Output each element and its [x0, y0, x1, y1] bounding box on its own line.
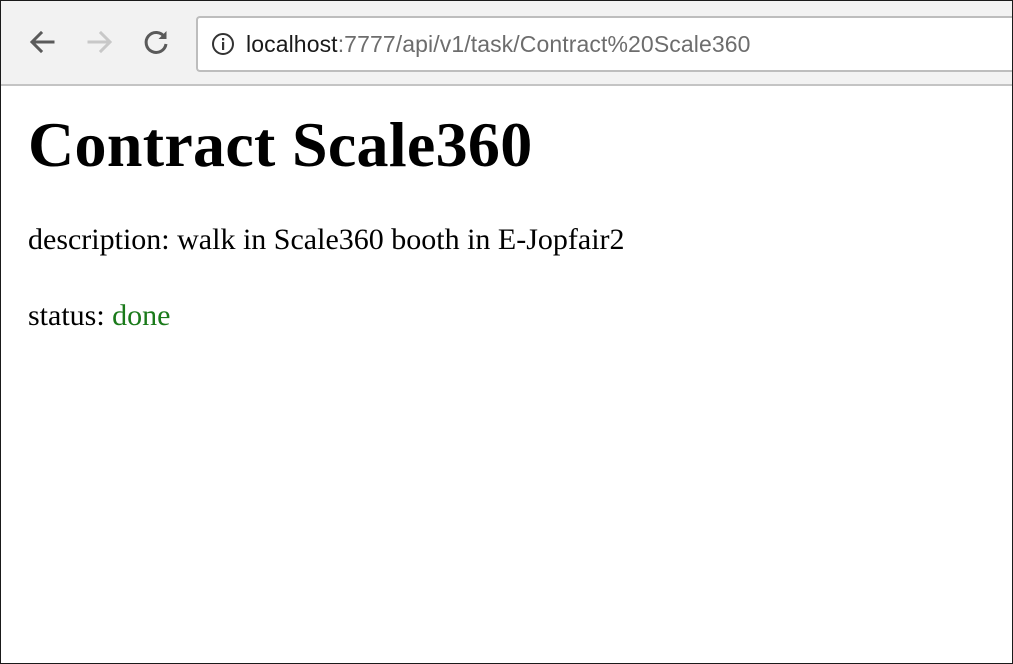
browser-toolbar: localhost:7777/api/v1/task/Contract%20Sc…: [1, 1, 1012, 86]
description-line: description: walk in Scale360 booth in E…: [28, 222, 1012, 258]
description-value: walk in Scale360 booth in E-Jopfair2: [177, 223, 625, 256]
status-line: status: done: [28, 298, 1012, 334]
reload-button[interactable]: [139, 27, 173, 61]
page-title: Contract Scale360: [28, 109, 533, 180]
page-content: Contract Scale360 description: walk in S…: [28, 101, 1012, 334]
arrow-left-icon: [28, 28, 56, 61]
url-host: localhost: [246, 30, 338, 57]
status-value: done: [112, 299, 171, 332]
reload-icon: [142, 28, 170, 61]
address-bar[interactable]: localhost:7777/api/v1/task/Contract%20Sc…: [196, 16, 1012, 72]
description-label: description:: [28, 223, 170, 256]
forward-button[interactable]: [83, 27, 117, 61]
url-path: :7777/api/v1/task/Contract%20Scale360: [337, 30, 751, 57]
url-text[interactable]: localhost:7777/api/v1/task/Contract%20Sc…: [246, 31, 751, 58]
info-icon[interactable]: [211, 32, 235, 56]
status-label: status:: [28, 299, 105, 332]
browser-window: localhost:7777/api/v1/task/Contract%20Sc…: [0, 0, 1013, 664]
back-button[interactable]: [25, 27, 59, 61]
arrow-right-icon: [86, 28, 114, 61]
